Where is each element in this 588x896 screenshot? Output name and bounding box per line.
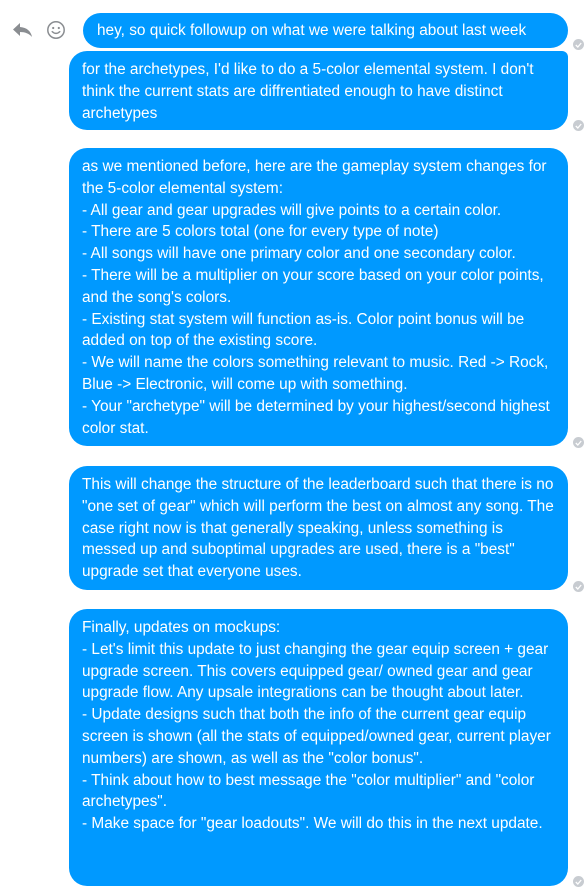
read-receipt-check-icon	[573, 581, 584, 592]
message-bubble[interactable]: Finally, updates on mockups: - Let's lim…	[69, 609, 568, 886]
message-bubble[interactable]: for the archetypes, I'd like to do a 5-c…	[69, 51, 568, 130]
smiley-face-icon[interactable]	[44, 18, 68, 42]
read-receipt-check-icon	[573, 876, 584, 887]
message-bubble[interactable]: as we mentioned before, here are the gam…	[69, 148, 568, 446]
read-receipt-check-icon	[573, 437, 584, 448]
read-receipt-check-icon	[573, 120, 584, 131]
reply-arrow-icon[interactable]	[10, 18, 34, 42]
message-bubble[interactable]: This will change the structure of the le…	[69, 466, 568, 590]
read-receipt-check-icon	[573, 39, 584, 50]
message-bubble[interactable]: hey, so quick followup on what we were t…	[83, 13, 568, 48]
message-actions	[10, 18, 68, 42]
